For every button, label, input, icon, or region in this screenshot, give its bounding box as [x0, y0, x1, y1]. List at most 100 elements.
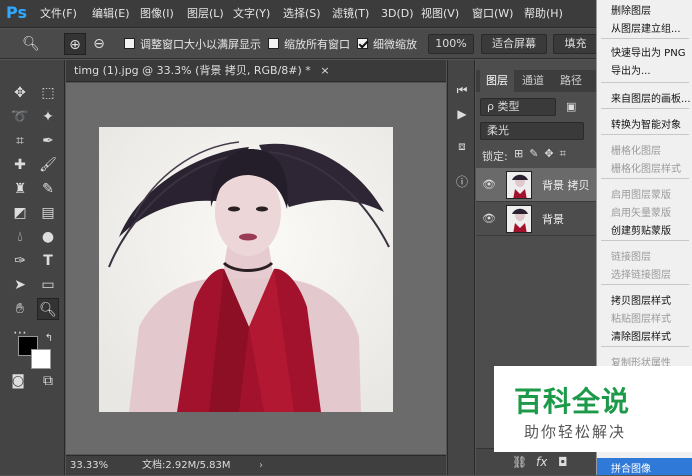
menu-item-convert-smart-object[interactable]: 转换为智能对象	[611, 116, 681, 131]
status-menu-arrow-icon[interactable]: ›	[259, 456, 263, 476]
menu-item-select-linked: 选择链接图层	[611, 270, 671, 281]
scrubby-zoom-label: 细微缩放	[373, 38, 417, 51]
zoom-in-icon[interactable]: ⊕	[64, 33, 86, 55]
visibility-eye-icon[interactable]: 👁︎	[482, 213, 496, 225]
marquee-tool-icon[interactable]: ⬚	[37, 82, 59, 104]
scrubby-zoom-checkbox[interactable]	[357, 38, 368, 49]
menu-item-create-clipping-mask[interactable]: 创建剪贴蒙版	[611, 222, 671, 237]
layer-row-background[interactable]: 👁︎ 背景	[476, 202, 596, 236]
menu-layer[interactable]: 图层(L)	[187, 0, 224, 28]
blur-tool-icon[interactable]: 💧︎	[9, 226, 31, 248]
swap-colors-icon[interactable]: ↰	[38, 328, 60, 350]
menu-window[interactable]: 窗口(W)	[472, 0, 513, 28]
zoom-tool-preset-icon[interactable]: 🔍︎	[20, 33, 42, 55]
zoom-out-icon[interactable]: ⊖	[88, 33, 110, 55]
menu-filter[interactable]: 滤镜(T)	[332, 0, 369, 28]
menu-separator	[601, 82, 689, 83]
zoom-all-windows-label: 缩放所有窗口	[284, 38, 350, 51]
image-filter-icon[interactable]: ▣	[566, 100, 576, 113]
menu-item-clear-layer-style[interactable]: 清除图层样式	[611, 328, 671, 343]
tab-channels[interactable]: 通道	[516, 70, 550, 92]
menu-help[interactable]: 帮助(H)	[524, 0, 563, 28]
menu-item-group-from-layers[interactable]: 从图层建立组...	[611, 20, 681, 35]
menu-type[interactable]: 文字(Y)	[233, 0, 270, 28]
document-tab[interactable]: timg (1).jpg @ 33.3% (背景 拷贝, RGB/8#) * ×	[66, 60, 446, 82]
menu-item-rasterize-style: 栅格化图层样式	[611, 164, 681, 175]
status-bar: 33.33% 文档:2.92M/5.83M ›	[66, 455, 446, 475]
lasso-tool-icon[interactable]: ➰	[9, 106, 31, 128]
photoshop-logo: Ps	[6, 3, 27, 22]
link-layers-icon[interactable]: ⛓	[512, 455, 527, 469]
quick-mask-icon[interactable]: ◙	[7, 370, 29, 392]
canvas-area[interactable]	[66, 83, 446, 454]
properties-panel-icon[interactable]: ⧈	[454, 138, 470, 154]
lock-icons[interactable]: ⊞✎✥⌗	[514, 147, 572, 161]
background-color-swatch[interactable]	[31, 349, 51, 369]
close-document-icon[interactable]: ×	[320, 64, 329, 77]
history-panel-icon[interactable]: ⏮	[454, 82, 470, 98]
eraser-tool-icon[interactable]: ◩	[9, 202, 31, 224]
menu-edit[interactable]: 编辑(E)	[92, 0, 130, 28]
menu-bar: Ps 文件(F) 编辑(E) 图像(I) 图层(L) 文字(Y) 选择(S) 滤…	[0, 0, 692, 28]
watermark-logo: 百科全说 助你轻松解决	[494, 366, 692, 452]
layer-name[interactable]: 背景	[542, 211, 564, 227]
resize-windows-label: 调整窗口大小以满屏显示	[140, 38, 261, 51]
history-brush-icon[interactable]: ✎	[37, 178, 59, 200]
menu-separator	[601, 134, 689, 135]
visibility-eye-icon[interactable]: 👁︎	[482, 179, 496, 191]
fill-screen-button[interactable]: 填充	[553, 34, 598, 54]
hand-tool-icon[interactable]: ✋︎	[9, 298, 31, 320]
path-selection-icon[interactable]: ➤	[9, 274, 31, 296]
zoom-all-windows-checkbox[interactable]	[268, 38, 279, 49]
zoom-tool-icon[interactable]: 🔍︎	[37, 298, 59, 320]
zoom-100-button[interactable]: 100%	[428, 34, 474, 54]
rectangle-tool-icon[interactable]: ▭	[37, 274, 59, 296]
add-mask-icon[interactable]: ◘	[558, 455, 568, 469]
menu-item-copy-layer-style[interactable]: 拷贝图层样式	[611, 292, 671, 307]
panel-dock: ⏮ ▶ ⧈ ⓘ	[447, 60, 475, 475]
menu-item-flatten-image[interactable]: 拼合图像	[611, 460, 651, 475]
lock-label: 锁定:	[482, 150, 508, 163]
zoom-level[interactable]: 33.33%	[70, 456, 108, 476]
watermark-title: 百科全说	[514, 385, 631, 418]
menu-item-export-as[interactable]: 导出为...	[611, 62, 651, 77]
tab-layers[interactable]: 图层	[480, 70, 514, 92]
type-tool-icon[interactable]: T	[37, 250, 59, 272]
resize-windows-checkbox[interactable]	[124, 38, 135, 49]
screen-mode-icon[interactable]: ⧉	[37, 370, 59, 392]
layer-effects-icon[interactable]: fx	[536, 455, 547, 469]
healing-brush-icon[interactable]: ✚	[9, 154, 31, 176]
menu-file[interactable]: 文件(F)	[40, 0, 77, 28]
brush-tool-icon[interactable]: 🖌︎	[37, 154, 59, 176]
pen-tool-icon[interactable]: ✑	[9, 250, 31, 272]
info-panel-icon[interactable]: ⓘ	[454, 174, 470, 190]
menu-item-artboard-from-layers[interactable]: 来自图层的画板...	[611, 90, 691, 105]
fit-screen-button[interactable]: 适合屏幕	[481, 34, 547, 54]
menu-select[interactable]: 选择(S)	[283, 0, 321, 28]
menu-separator	[601, 346, 689, 347]
layer-thumbnail	[506, 205, 532, 233]
menu-separator	[601, 240, 689, 241]
magic-wand-icon[interactable]: ✦	[37, 106, 59, 128]
clone-stamp-icon[interactable]: ♜	[9, 178, 31, 200]
menu-view[interactable]: 视图(V)	[421, 0, 459, 28]
menu-item-delete-layer[interactable]: 删除图层	[611, 2, 651, 17]
eyedropper-icon[interactable]: ✒	[37, 130, 59, 152]
layer-name[interactable]: 背景 拷贝	[542, 177, 590, 193]
layer-filter-select[interactable]: ρ 类型	[480, 98, 556, 116]
gradient-tool-icon[interactable]: ▤	[37, 202, 59, 224]
options-bar: 🔍︎ ⊕ ⊖ 调整窗口大小以满屏显示 缩放所有窗口 细微缩放 100% 适合屏幕…	[0, 29, 692, 59]
menu-separator	[601, 178, 689, 179]
tools-panel: ✥ ⬚ ➰ ✦ ⌗ ✒ ✚ 🖌︎ ♜ ✎ ◩ ▤ 💧︎ ● ✑ T ➤ ▭ ✋︎…	[0, 60, 65, 475]
layer-row-background-copy[interactable]: 👁︎ 背景 拷贝	[476, 168, 596, 202]
actions-panel-icon[interactable]: ▶	[454, 106, 470, 122]
tab-paths[interactable]: 路径	[554, 70, 588, 92]
crop-tool-icon[interactable]: ⌗	[9, 130, 31, 152]
menu-item-quick-export-png[interactable]: 快速导出为 PNG	[611, 44, 685, 59]
move-tool-icon[interactable]: ✥	[9, 82, 31, 104]
blend-mode-select[interactable]: 柔光	[480, 122, 584, 140]
layers-panel-footer: ⛓ fx ◘	[476, 448, 596, 475]
menu-image[interactable]: 图像(I)	[140, 0, 174, 28]
menu-3d[interactable]: 3D(D)	[381, 0, 414, 28]
dodge-tool-icon[interactable]: ●	[37, 226, 59, 248]
